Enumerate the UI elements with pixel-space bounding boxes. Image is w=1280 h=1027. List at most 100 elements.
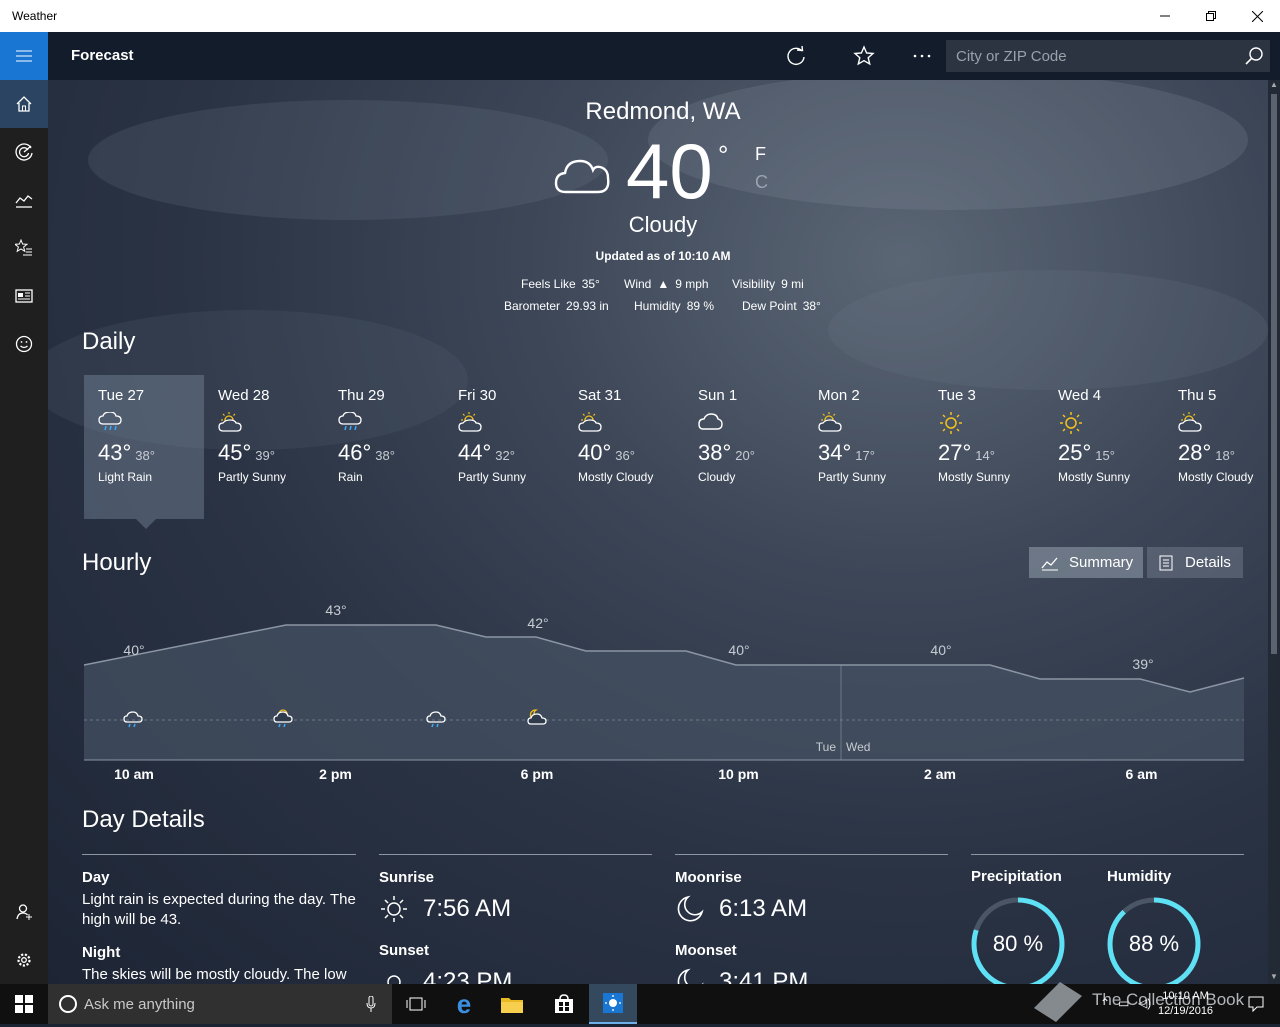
cortana-search-input[interactable] (84, 984, 364, 1024)
news-icon (15, 289, 33, 303)
day-icon (338, 411, 444, 436)
cloudy-icon (554, 159, 610, 194)
day-condition: Mostly Sunny (938, 470, 1011, 484)
hourly-temp-label: 40° (123, 642, 144, 658)
cortana-search-box (48, 984, 392, 1024)
sidebar-item-feedback[interactable] (0, 320, 48, 368)
volume-icon[interactable]: ◁) (1138, 996, 1151, 1010)
sidebar-item-account[interactable] (0, 888, 48, 936)
daily-item[interactable]: Thu 5 28° 18° Mostly Cloudy (1164, 375, 1268, 519)
stat-label: Feels Like (521, 277, 576, 291)
hourly-temp-label: 42° (527, 615, 548, 631)
search-icon (1245, 47, 1263, 65)
daily-item[interactable]: Tue 3 27° 14° Mostly Sunny (924, 375, 1044, 519)
sidebar-item-maps[interactable] (0, 128, 48, 176)
close-button[interactable] (1234, 0, 1280, 32)
stat-label: Wind (624, 277, 652, 291)
action-center-button[interactable] (1232, 984, 1280, 1024)
vertical-scrollbar[interactable]: ▲ ▼ (1268, 80, 1280, 984)
sidebar-item-places[interactable] (0, 224, 48, 272)
tray-chevron-icon[interactable]: ⌃ (1100, 996, 1110, 1010)
restore-button[interactable] (1188, 0, 1234, 32)
details-toggle[interactable]: Details (1147, 547, 1243, 578)
sunset-icon (387, 975, 401, 984)
taskbar-clock[interactable]: 10:10 AM 12/19/2016 (1158, 989, 1213, 1019)
smiley-icon (15, 335, 33, 353)
rain-icon (98, 411, 122, 431)
store-icon (555, 994, 573, 1013)
day-name: Sun 1 (698, 387, 738, 404)
daily-item[interactable]: Fri 30 44° 32° Partly Sunny (444, 375, 564, 519)
day-name: Wed 28 (218, 387, 270, 404)
task-view-button[interactable] (392, 984, 440, 1024)
day-low: 20° (735, 448, 755, 463)
windows-logo-icon (15, 995, 33, 1013)
chart-line-icon (15, 195, 33, 208)
day-icon (458, 412, 564, 436)
nav-sidebar (0, 32, 48, 984)
person-icon (16, 904, 32, 920)
scroll-down-icon[interactable]: ▼ (1268, 972, 1280, 984)
network-icon[interactable]: ▭ (1118, 996, 1129, 1010)
weather-taskbar-button[interactable] (589, 984, 637, 1024)
edge-taskbar-button[interactable]: e (440, 984, 488, 1024)
stat-label: Barometer (504, 299, 561, 313)
search-button[interactable] (1238, 40, 1270, 72)
stat-value: 38° (802, 299, 821, 313)
day-high: 27° (938, 440, 972, 465)
day-name: Fri 30 (458, 387, 497, 404)
hourly-tick-label: 2 am (924, 766, 956, 782)
minimize-icon (1160, 15, 1170, 17)
partly-sunny-icon (1178, 412, 1202, 432)
unit-fahrenheit-toggle[interactable]: F (755, 144, 766, 165)
daily-item[interactable]: Wed 4 25° 15° Mostly Sunny (1044, 375, 1164, 519)
day-condition: Mostly Cloudy (1178, 470, 1254, 484)
daily-item[interactable]: Tue 27 43° 38° Light Rain (84, 375, 204, 519)
day-night-column: Day Light rain is expected during the da… (82, 854, 356, 984)
day-high: 28° (1178, 440, 1212, 465)
daily-item[interactable]: Sun 1 38° 20° Cloudy (684, 375, 804, 519)
sidebar-item-settings[interactable] (0, 936, 48, 984)
day-name: Thu 29 (338, 387, 385, 404)
daily-item[interactable]: Wed 28 45° 39° Partly Sunny (204, 375, 324, 519)
stat-label: Dew Point (742, 299, 797, 313)
summary-toggle[interactable]: Summary (1029, 547, 1143, 578)
sunrise-icon (381, 896, 407, 922)
daily-item[interactable]: Mon 2 34° 17° Partly Sunny (804, 375, 924, 519)
taskbar: e The Collection Book ⌃ ▭ ◁) 10:10 AM 12… (0, 982, 1280, 1024)
day-name: Sat 31 (578, 387, 622, 404)
day-low: 39° (255, 448, 275, 463)
more-icon (913, 54, 931, 58)
scroll-up-icon[interactable]: ▲ (1268, 80, 1280, 92)
hourly-tick-label: 6 pm (520, 766, 554, 782)
sidebar-item-historical[interactable] (0, 176, 48, 224)
minimize-button[interactable] (1142, 0, 1188, 32)
sun-column: Sunrise 7:56 AM Sunset 4:23 PM (379, 854, 652, 984)
unit-celsius-toggle[interactable]: C (755, 172, 768, 193)
star-list-icon (15, 239, 32, 256)
day-high: 46° (338, 440, 372, 465)
sidebar-item-news[interactable] (0, 272, 48, 320)
day-condition: Mostly Sunny (1058, 470, 1131, 484)
more-options-button[interactable] (906, 40, 938, 72)
start-button[interactable] (0, 984, 48, 1024)
day-name: Tue 27 (98, 387, 145, 404)
scroll-thumb[interactable] (1271, 94, 1277, 654)
weather-app-icon (603, 993, 623, 1013)
moon-icon (677, 895, 704, 922)
city-search-input[interactable] (946, 40, 1234, 72)
store-taskbar-button[interactable] (540, 984, 588, 1024)
daily-item[interactable]: Sat 31 40° 36° Mostly Cloudy (564, 375, 684, 519)
sidebar-item-forecast[interactable] (0, 80, 48, 128)
night-text: The skies will be mostly cloudy. The low (82, 966, 347, 983)
hamburger-menu-button[interactable] (0, 32, 48, 80)
stat-dew-point: Dew Point 38° (742, 299, 821, 313)
home-icon (16, 96, 32, 112)
city-name: Redmond, WA (585, 98, 741, 125)
favorite-button[interactable] (848, 40, 880, 72)
daily-item[interactable]: Thu 29 46° 38° Rain (324, 375, 444, 519)
refresh-button[interactable] (780, 40, 812, 72)
microphone-icon[interactable] (366, 996, 376, 1012)
sun-icon (1060, 412, 1082, 434)
explorer-taskbar-button[interactable] (488, 984, 536, 1024)
